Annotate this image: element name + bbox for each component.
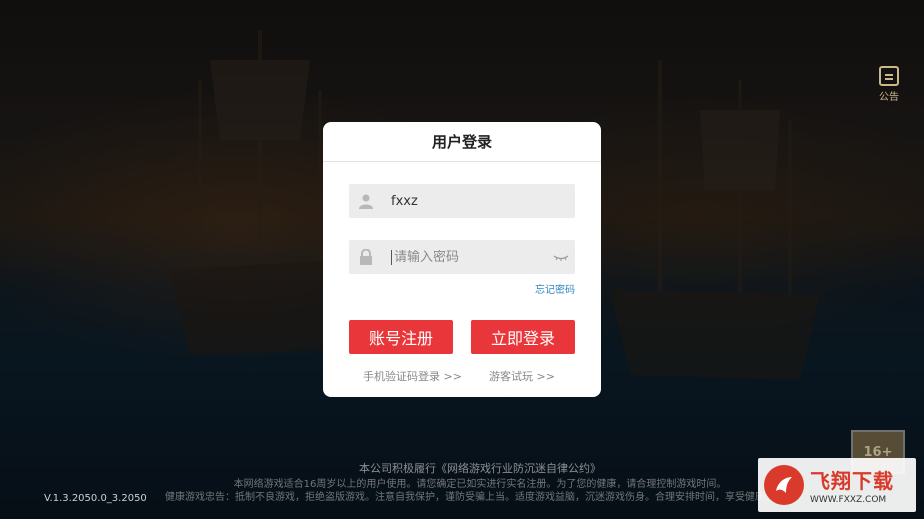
anti-addiction-title: 本公司积极履行《网络游戏行业防沉迷自律公约》: [359, 462, 601, 475]
lock-icon: [349, 240, 383, 274]
site-watermark: 飞翔下载 WWW.FXXZ.COM: [758, 458, 916, 512]
username-value: fxxz: [391, 193, 418, 209]
register-button[interactable]: 账号注册: [349, 320, 453, 354]
notice-button[interactable]: 公告: [872, 66, 906, 104]
forgot-password-link[interactable]: 忘记密码: [535, 281, 575, 296]
eye-closed-icon[interactable]: [553, 249, 569, 265]
version-label: V.1.3.2050.0_3.2050: [44, 493, 147, 504]
login-dialog: 用户登录 fxxz 忘记密码 账号注册 立即登录 手机验证码登录 >> 游客试玩…: [323, 122, 601, 397]
username-field[interactable]: fxxz: [349, 184, 575, 218]
watermark-url: WWW.FXXZ.COM: [810, 495, 887, 505]
notice-label: 公告: [879, 92, 899, 103]
dialog-title: 用户登录: [323, 122, 601, 162]
password-input[interactable]: [391, 249, 541, 265]
notice-icon: [879, 66, 899, 86]
user-icon: [349, 184, 383, 218]
watermark-logo-icon: [764, 465, 804, 505]
guest-play-link[interactable]: 游客试玩 >>: [489, 368, 555, 384]
sms-login-link[interactable]: 手机验证码登录 >>: [363, 368, 462, 384]
password-field[interactable]: [349, 240, 575, 274]
login-button[interactable]: 立即登录: [471, 320, 575, 354]
watermark-brand: 飞翔下载: [810, 469, 894, 493]
anti-addiction-line-2: 健康游戏忠告：抵制不良游戏，拒绝盗版游戏。注意自我保护，谨防受骗上当。适度游戏益…: [165, 492, 795, 503]
